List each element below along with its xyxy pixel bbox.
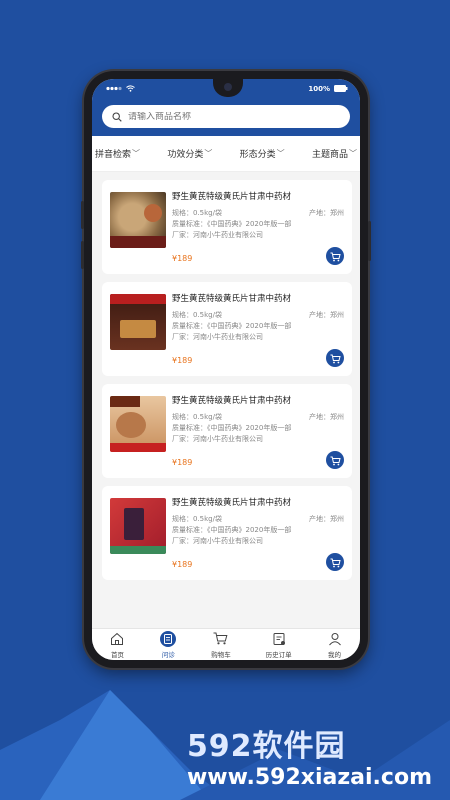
user-icon <box>327 631 343 647</box>
tab-label: 购物车 <box>211 650 231 659</box>
add-to-cart-button[interactable] <box>326 553 344 571</box>
search-icon <box>112 107 122 126</box>
product-price: ¥189 <box>172 254 193 263</box>
product-spec: 规格：0.5kg/袋 <box>172 209 222 217</box>
search-input[interactable] <box>128 111 340 122</box>
orders-icon <box>271 631 287 647</box>
wifi-icon <box>126 84 135 94</box>
product-origin: 产地：郑州 <box>309 515 344 523</box>
product-image <box>110 294 166 350</box>
product-image <box>110 396 166 452</box>
home-icon <box>109 631 125 647</box>
add-to-cart-button[interactable] <box>326 451 344 469</box>
cart-icon <box>330 553 341 572</box>
add-to-cart-button[interactable] <box>326 349 344 367</box>
signal-icon <box>106 85 122 94</box>
chevron-down-icon: ﹀ <box>132 149 141 158</box>
tab-label: 问诊 <box>161 650 175 659</box>
product-card[interactable]: 野生黄芪特级黄氏片甘肃中药材 规格：0.5kg/袋 产地：郑州 质量标准：《中国药… <box>102 384 352 478</box>
product-info: 野生黄芪特级黄氏片甘肃中药材 规格：0.5kg/袋 产地：郑州 质量标准：《中国药… <box>172 495 344 571</box>
filter-form[interactable]: 形态分类 ﹀ <box>240 147 285 160</box>
product-price: ¥189 <box>172 560 193 569</box>
tab-consult[interactable]: 问诊 <box>160 630 177 659</box>
product-meta: 规格：0.5kg/袋 产地：郑州 质量标准：《中国药典》2020年版一部 厂家：河… <box>172 514 344 547</box>
product-price: ¥189 <box>172 356 193 365</box>
product-quality: 质量标准：《中国药典》2020年版一部 <box>172 526 292 534</box>
product-maker: 厂家：河南小牛药业有限公司 <box>172 333 263 341</box>
product-quality: 质量标准：《中国药典》2020年版一部 <box>172 220 292 228</box>
product-maker: 厂家：河南小牛药业有限公司 <box>172 537 263 545</box>
consult-icon <box>160 630 177 647</box>
product-price: ¥189 <box>172 458 193 467</box>
app-screen: 100% 拼音检索﹀ 功效分类﹀ 形态分类﹀ 主题商品﹀ <box>92 79 360 660</box>
product-list: 野生黄芪特级黄氏片甘肃中药材 规格：0.5kg/袋 产地：郑州 质量标准：《中国药… <box>92 172 360 580</box>
product-spec: 规格：0.5kg/袋 <box>172 413 222 421</box>
search-bar[interactable] <box>102 105 350 128</box>
product-quality: 质量标准：《中国药典》2020年版一部 <box>172 424 292 432</box>
add-to-cart-button[interactable] <box>326 247 344 265</box>
bottom-tab-bar: 首页 问诊 购物车 历史订单 我的 <box>92 628 360 660</box>
filter-theme[interactable]: 主题商品 ﹀ <box>312 147 357 160</box>
cart-icon <box>330 451 341 470</box>
phone-frame: 100% 拼音检索﹀ 功效分类﹀ 形态分类﹀ 主题商品﹀ <box>81 71 371 668</box>
filter-label: 功效分类 <box>167 150 204 160</box>
tab-label: 首页 <box>110 650 124 659</box>
product-spec: 规格：0.5kg/袋 <box>172 515 222 523</box>
product-image <box>110 192 166 248</box>
product-card[interactable]: 野生黄芪特级黄氏片甘肃中药材 规格：0.5kg/袋 产地：郑州 质量标准：《中国药… <box>102 180 352 274</box>
cart-icon <box>330 247 341 266</box>
cart-icon <box>330 349 341 368</box>
watermark: 592软件园 www.592xiazai.com <box>187 721 432 790</box>
tab-label: 我的 <box>328 650 341 659</box>
tab-orders[interactable]: 历史订单 <box>266 631 292 659</box>
chevron-down-icon: ﹀ <box>204 149 213 158</box>
tab-profile[interactable]: 我的 <box>327 631 343 659</box>
filter-pinyin[interactable]: 拼音检索 ﹀ <box>95 147 140 160</box>
product-name: 野生黄芪特级黄氏片甘肃中药材 <box>172 396 292 406</box>
product-card[interactable]: 野生黄芪特级黄氏片甘肃中药材 规格：0.5kg/袋 产地：郑州 质量标准：《中国药… <box>102 282 352 376</box>
search-header <box>92 99 360 136</box>
product-origin: 产地：郑州 <box>309 311 344 319</box>
filter-label: 形态分类 <box>239 150 276 160</box>
watermark-url: www.592xiazai.com <box>186 765 432 790</box>
product-meta: 规格：0.5kg/袋 产地：郑州 质量标准：《中国药典》2020年版一部 厂家：河… <box>172 310 344 343</box>
product-name: 野生黄芪特级黄氏片甘肃中药材 <box>172 192 292 202</box>
product-info: 野生黄芪特级黄氏片甘肃中药材 规格：0.5kg/袋 产地：郑州 质量标准：《中国药… <box>172 189 344 265</box>
product-image <box>110 498 166 554</box>
filter-efficacy[interactable]: 功效分类 ﹀ <box>167 147 212 160</box>
tab-home[interactable]: 首页 <box>109 631 125 659</box>
product-meta: 规格：0.5kg/袋 产地：郑州 质量标准：《中国药典》2020年版一部 厂家：河… <box>172 208 344 241</box>
cart-icon <box>213 631 229 647</box>
product-info: 野生黄芪特级黄氏片甘肃中药材 规格：0.5kg/袋 产地：郑州 质量标准：《中国药… <box>172 393 344 469</box>
product-quality: 质量标准：《中国药典》2020年版一部 <box>172 322 292 330</box>
product-meta: 规格：0.5kg/袋 产地：郑州 质量标准：《中国药典》2020年版一部 厂家：河… <box>172 412 344 445</box>
product-card[interactable]: 野生黄芪特级黄氏片甘肃中药材 规格：0.5kg/袋 产地：郑州 质量标准：《中国药… <box>102 486 352 580</box>
chevron-down-icon: ﹀ <box>349 149 357 158</box>
tab-cart[interactable]: 购物车 <box>211 631 231 659</box>
product-origin: 产地：郑州 <box>309 209 344 217</box>
product-name: 野生黄芪特级黄氏片甘肃中药材 <box>172 498 292 508</box>
chevron-down-icon: ﹀ <box>276 149 285 158</box>
product-info: 野生黄芪特级黄氏片甘肃中药材 规格：0.5kg/袋 产地：郑州 质量标准：《中国药… <box>172 291 344 367</box>
product-spec: 规格：0.5kg/袋 <box>172 311 222 319</box>
product-origin: 产地：郑州 <box>309 413 344 421</box>
tab-label: 历史订单 <box>265 650 292 659</box>
product-maker: 厂家：河南小牛药业有限公司 <box>172 435 263 443</box>
battery-icon <box>334 84 348 94</box>
filter-bar: 拼音检索 ﹀ 功效分类 ﹀ 形态分类 ﹀ 主题商品 ﹀ <box>92 136 360 172</box>
filter-label: 主题商品 <box>311 150 348 160</box>
product-name: 野生黄芪特级黄氏片甘肃中药材 <box>172 294 292 304</box>
filter-label: 拼音检索 <box>95 150 132 160</box>
product-maker: 厂家：河南小牛药业有限公司 <box>172 231 263 239</box>
battery-text: 100% <box>308 85 330 93</box>
watermark-title: 592软件园 <box>186 729 346 764</box>
